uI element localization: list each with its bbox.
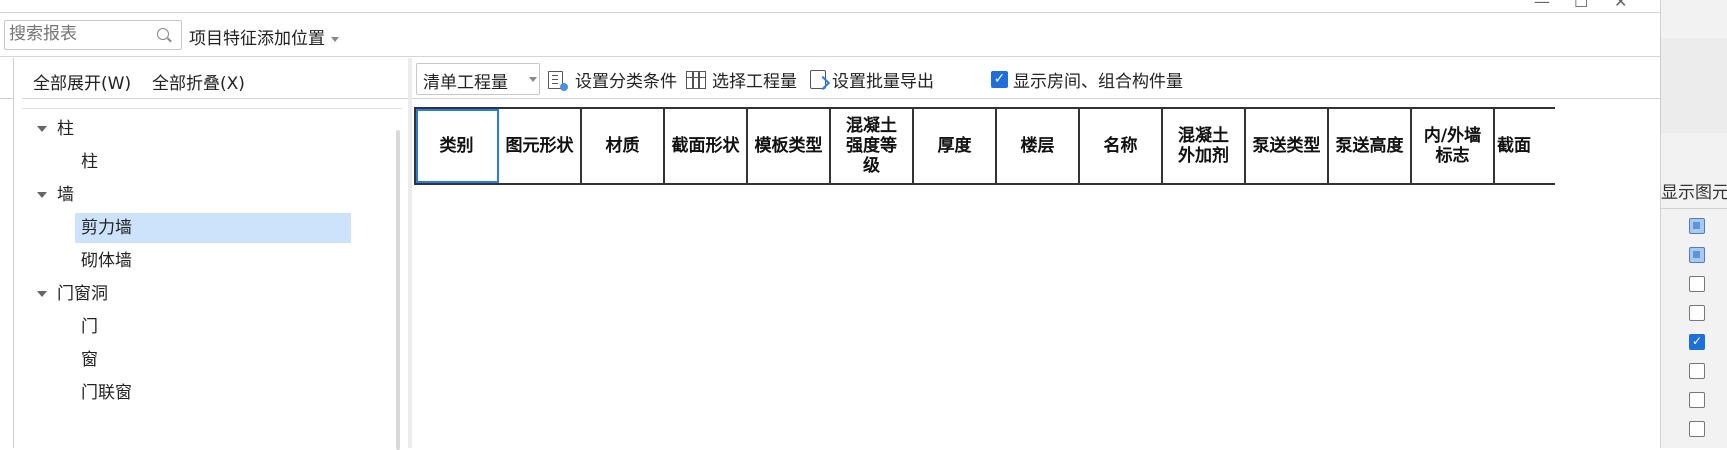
tree-group[interactable]: 柱	[37, 114, 337, 144]
tree-group[interactable]: 门窗洞	[37, 279, 337, 309]
show-element-checkbox[interactable]	[1689, 276, 1705, 292]
column-header-label: 截面	[1497, 136, 1531, 156]
set-category-label: 设置分类条件	[575, 72, 677, 92]
chevron-down-icon	[331, 36, 339, 42]
column-header[interactable]: 名称	[1080, 109, 1163, 183]
column-header[interactable]: 材质	[582, 109, 665, 183]
show-element-checkbox[interactable]: ✓	[1689, 334, 1705, 350]
column-header-label: 混凝土外加剂	[1178, 126, 1229, 166]
column-header-label: 图元形状	[505, 136, 574, 156]
close-icon[interactable]: ✕	[1614, 0, 1627, 11]
column-header-label: 厚度	[937, 136, 972, 156]
tree-item-label: 剪力墙	[81, 218, 132, 238]
category-settings-icon	[548, 70, 568, 91]
column-header[interactable]: 截面形状	[665, 109, 748, 183]
column-header[interactable]: 泵送类型	[1246, 109, 1329, 183]
select-quantity-button[interactable]: 选择工程量	[686, 67, 797, 92]
column-header[interactable]: 厚度	[914, 109, 997, 183]
tree-item-label: 门	[81, 317, 98, 337]
column-header-label: 模板类型	[754, 136, 823, 156]
search-input[interactable]	[5, 21, 153, 47]
column-header-label: 名称	[1103, 136, 1138, 156]
column-header[interactable]: 楼层	[997, 109, 1080, 183]
feature-position-dropdown[interactable]: 项目特征添加位置	[189, 24, 339, 49]
column-header[interactable]: 模板类型	[748, 109, 831, 183]
column-header[interactable]: 混凝土强度等级	[831, 109, 914, 183]
column-header[interactable]: 内/外墙标志	[1412, 109, 1495, 183]
column-header[interactable]: 图元形状	[499, 109, 582, 183]
column-header[interactable]: 类别	[416, 109, 499, 183]
column-header-label: 泵送高度	[1335, 136, 1404, 156]
right-panel-band	[1661, 38, 1727, 89]
right-side-panel: 显示图元 ✓	[1660, 0, 1727, 448]
show-rooms-label: 显示房间、组合构件量	[1013, 72, 1183, 92]
show-element-checkbox[interactable]	[1689, 247, 1705, 263]
report-main-panel: 清单工程量 设置分类条件 选择工程量 设置批量导出 ✓ 显示房间、组合构件量 类…	[412, 58, 1660, 448]
component-tree-panel: 全部展开(W) 全部折叠(X) 柱柱墙剪力墙 砌体墙 门窗洞门窗门联窗	[22, 58, 409, 450]
quantity-type-select[interactable]: 清单工程量	[416, 63, 540, 95]
tree-item-label: 砌体墙	[81, 251, 132, 271]
tree-scrollbar[interactable]	[396, 130, 400, 450]
search-icon[interactable]	[157, 28, 169, 40]
tree-item-label: 窗	[81, 350, 98, 370]
maximize-icon[interactable]: ☐	[1574, 0, 1588, 11]
tree-item-label: 柱	[81, 152, 98, 172]
column-header-label: 楼层	[1020, 136, 1055, 156]
tree-item[interactable]: 柱	[75, 147, 351, 177]
batch-export-button[interactable]: 设置批量导出	[810, 67, 934, 92]
show-element-checkbox[interactable]	[1689, 392, 1705, 408]
tree-item[interactable]: 窗	[75, 345, 351, 375]
export-icon	[810, 70, 826, 89]
window-titlebar: — ☐ ✕	[0, 0, 1660, 13]
column-header-label: 截面形状	[671, 136, 740, 156]
tree-item[interactable]: 门	[75, 312, 351, 342]
expand-triangle-icon[interactable]	[37, 192, 47, 198]
tree-item[interactable]: 门联窗	[75, 378, 351, 408]
tree-item-label: 门窗洞	[57, 284, 108, 304]
collapse-all-button[interactable]: 全部折叠(X)	[152, 69, 245, 94]
tree-item-label: 柱	[57, 119, 74, 139]
show-elements-header: 显示图元	[1661, 178, 1727, 209]
column-header[interactable]: 截面	[1495, 109, 1555, 183]
expand-triangle-icon[interactable]	[37, 291, 47, 297]
show-element-checkbox[interactable]	[1689, 421, 1705, 437]
table-grid-icon	[686, 70, 706, 89]
column-header-label: 类别	[439, 136, 474, 156]
column-header-label: 内/外墙标志	[1423, 126, 1482, 166]
column-header-label: 材质	[605, 136, 640, 156]
search-bar: 项目特征添加位置	[0, 14, 1660, 57]
tree-item[interactable]: 砌体墙	[75, 246, 351, 276]
chevron-down-icon	[529, 77, 537, 82]
set-category-button[interactable]: 设置分类条件	[548, 67, 677, 92]
feature-position-label: 项目特征添加位置	[189, 29, 325, 49]
tree-group[interactable]: 墙	[37, 180, 337, 210]
tree-item-label: 门联窗	[81, 383, 132, 403]
quantity-type-value: 清单工程量	[423, 73, 508, 93]
column-header[interactable]: 混凝土外加剂	[1163, 109, 1246, 183]
column-header-label: 泵送类型	[1252, 136, 1321, 156]
column-header-label: 混凝土强度等级	[846, 116, 897, 176]
show-element-checkbox[interactable]	[1689, 305, 1705, 321]
expand-triangle-icon[interactable]	[37, 126, 47, 132]
show-rooms-checkbox[interactable]: ✓ 显示房间、组合构件量	[991, 67, 1183, 92]
tree-toolbar: 全部展开(W) 全部折叠(X)	[22, 58, 408, 99]
left-strip-divider	[0, 98, 13, 449]
right-panel-band	[1661, 88, 1727, 133]
report-toolbar: 清单工程量 设置分类条件 选择工程量 设置批量导出 ✓ 显示房间、组合构件量	[412, 58, 1660, 99]
component-tree: 柱柱墙剪力墙 砌体墙 门窗洞门窗门联窗	[22, 108, 402, 403]
search-box	[4, 20, 182, 50]
checkbox-checked-icon: ✓	[991, 71, 1008, 88]
report-table-header: 类别 图元形状 材质 截面形状 模板类型 混凝土强度等级 厚度 楼层 名称 混凝土外加剂 泵送类型泵…	[414, 107, 1555, 185]
batch-export-label: 设置批量导出	[832, 72, 934, 92]
tree-item[interactable]: 剪力墙	[75, 213, 351, 243]
show-element-checkbox[interactable]	[1689, 218, 1705, 234]
expand-all-button[interactable]: 全部展开(W)	[33, 69, 131, 94]
column-header[interactable]: 泵送高度	[1329, 109, 1412, 183]
show-element-checkbox[interactable]	[1689, 363, 1705, 379]
minimize-icon[interactable]: —	[1534, 0, 1550, 11]
tree-item-label: 墙	[57, 185, 74, 205]
select-quantity-label: 选择工程量	[712, 72, 797, 92]
